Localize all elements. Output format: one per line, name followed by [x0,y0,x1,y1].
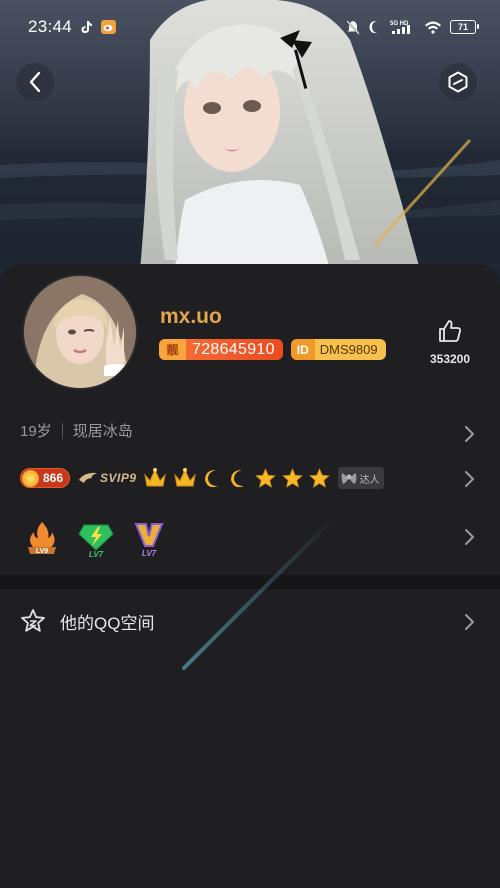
age-text: 19岁 [20,423,52,440]
back-button[interactable] [16,63,54,101]
diamond-level-label: LV7 [89,550,104,558]
fire-level-icon: LV9 [28,522,56,555]
svip-label: SVIP9 [100,471,137,485]
chevron-right-icon[interactable] [462,613,476,631]
daren-badge: 达人 [337,467,384,489]
vip-level-label: LV7 [142,549,157,558]
mute-bell-icon [346,19,360,35]
avatar-image [24,276,136,388]
coin-icon [22,469,39,487]
qzone-star-icon [21,609,45,632]
moon-icon [203,468,223,488]
like-count: 353200 [429,352,471,366]
cover-photo: 23:44 5G HD 71 [0,0,500,290]
like-button[interactable]: 353200 [426,318,474,366]
id-value: DMS9809 [319,342,378,357]
hexagon-settings-icon [448,71,468,93]
chevron-left-icon [29,71,41,93]
chevron-right-icon[interactable] [462,470,476,488]
chevron-right-icon[interactable] [462,425,476,443]
profile-panel: mx.uo 靓 728645910 ID DMS9809 353200 19岁 … [0,264,500,888]
level-badges-row[interactable]: LV9 LV7 LV7 [24,520,166,558]
qq-number-badge[interactable]: 靓 728645910 [159,339,283,360]
more-options-button[interactable] [439,63,477,101]
chevron-right-icon[interactable] [462,528,476,546]
signal-5g-icon: 5G HD [390,19,416,35]
daren-label: 达人 [359,474,380,486]
qq-number: 728645910 [192,340,275,358]
thumbs-up-icon [439,320,461,342]
star-icon [281,467,303,489]
account-badges: 靓 728645910 ID DMS9809 [159,339,386,360]
daren-wing-icon [341,473,356,484]
status-time: 23:44 [28,17,73,36]
location-text: 现居冰岛 [72,423,133,440]
id-badge[interactable]: ID DMS9809 [290,339,386,360]
info-divider [61,422,63,439]
battery-icon: 71 [450,20,479,34]
wifi-icon [424,20,442,34]
svg-text:5G HD: 5G HD [390,21,409,27]
avatar[interactable] [22,274,138,390]
basic-info-row[interactable]: 19岁 现居冰岛 [20,420,133,441]
coin-badge: 866 [20,468,71,488]
username: mx.uo [160,305,222,328]
weibo-icon [101,20,117,34]
star-icon [308,467,330,489]
section-separator [0,575,500,589]
svip-wing-icon [79,472,98,483]
status-bar: 23:44 5G HD 71 [0,0,500,54]
star-icon [254,467,276,489]
crown-icon [143,467,167,489]
moon-icon [368,20,382,34]
coin-count: 866 [43,471,64,485]
fire-level-label: LV9 [36,548,48,555]
svip-badge: SVIP9 [78,470,137,486]
qq-tag: 靓 [159,339,186,360]
qzone-row[interactable]: 他的QQ空间 [0,589,500,653]
qzone-label: 他的QQ空间 [60,613,155,633]
tiktok-icon [80,20,93,34]
id-tag: ID [290,339,315,360]
moon-icon [229,468,249,488]
crown-icon [173,467,197,489]
vip-badges-row[interactable]: 866 SVIP9 达人 [20,467,384,489]
diamond-level-icon: LV7 [78,524,114,558]
vip-level-icon: LV7 [134,523,164,558]
